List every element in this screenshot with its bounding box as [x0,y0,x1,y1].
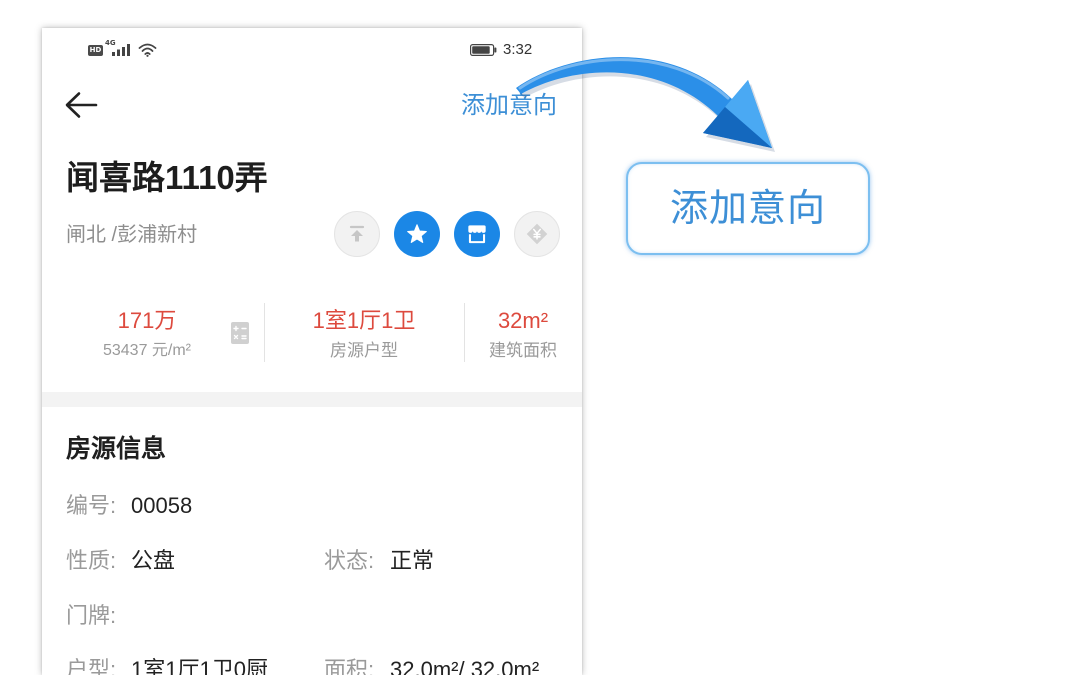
stat-divider [464,303,465,362]
pin-top-icon [349,225,365,242]
calculator-icon[interactable] [230,321,250,345]
store-icon [468,225,486,244]
yen-icon [526,223,548,245]
favorite-button[interactable] [394,211,440,257]
field-value-status: 正常 [390,548,435,573]
field-label-id: 编号: [66,493,117,518]
screenshot-stage: HD 4G 3:32 添加意向 闻喜路1110弄 闸北 /彭浦新村 171万 5… [0,0,1080,675]
field-value-nature: 公盘 [131,548,176,573]
listing-location: 闸北 /彭浦新村 [66,224,198,246]
area-value: 32m² [497,308,549,333]
star-icon [407,224,427,243]
status-bar: HD 4G 3:32 [42,28,582,72]
field-value-id: 00058 [131,493,193,518]
pin-top-button[interactable] [334,211,380,257]
field-label-area: 面积: [324,657,375,675]
section-separator [42,392,582,407]
back-button[interactable] [62,88,100,122]
price-history-button[interactable] [514,211,560,257]
back-arrow-icon [65,92,98,118]
unit-price: 53437 元/m² [102,342,192,359]
add-intention-callout: 添加意向 [626,162,870,255]
field-label-status: 状态: [324,548,375,573]
add-intention-link[interactable]: 添加意向 [461,92,557,120]
field-label-nature: 性质: [66,548,117,573]
layout-label: 房源户型 [330,341,398,360]
store-button[interactable] [454,211,500,257]
layout-value: 1室1厅1卫 [312,308,416,333]
field-label-door: 门牌: [66,603,117,628]
field-value-area: 32.0m²/ 32.0m² [390,657,540,675]
clock-time: 3:32 [503,41,533,58]
phone-screen: HD 4G 3:32 添加意向 闻喜路1110弄 闸北 /彭浦新村 171万 5… [42,28,582,675]
wifi-icon [138,43,157,57]
callout-label: 添加意向 [669,187,826,230]
field-label-layout: 户型: [66,657,117,675]
stat-divider [264,303,265,362]
section-title: 房源信息 [66,435,167,463]
price-value: 171万 [117,308,177,333]
field-value-layout: 1室1厅1卫0厨 [131,657,268,675]
area-label: 建筑面积 [489,341,557,360]
signal-icon [112,44,130,56]
battery-icon [470,44,497,56]
hd-badge: HD [88,45,103,56]
listing-title: 闻喜路1110弄 [66,159,268,196]
